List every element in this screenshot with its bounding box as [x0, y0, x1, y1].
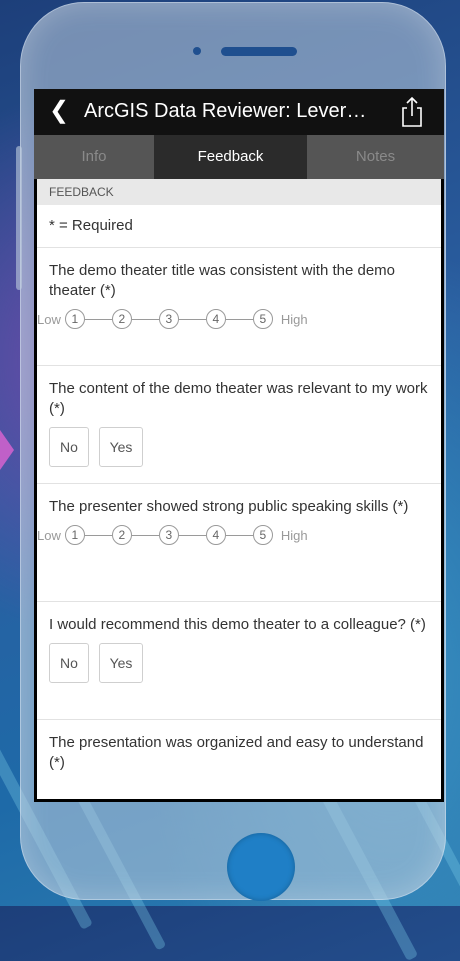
no-button[interactable]: No: [49, 643, 89, 683]
scale-connector: [178, 534, 206, 536]
scale-connector: [178, 318, 206, 320]
question-item: The presenter showed strong public speak…: [37, 484, 441, 602]
question-text: The presentation was organized and easy …: [49, 734, 424, 771]
speaker-grille: [221, 47, 297, 56]
tab-info[interactable]: Info: [34, 135, 154, 179]
rating-option-3[interactable]: 3: [158, 525, 179, 545]
question-text: The presenter showed strong public speak…: [49, 498, 409, 515]
scale-connector: [84, 318, 112, 320]
required-note: * = Required: [37, 205, 441, 248]
scale-connector: [225, 318, 253, 320]
camera-dot: [193, 47, 201, 55]
rating-option-1[interactable]: 1: [64, 309, 85, 329]
yes-button[interactable]: Yes: [99, 427, 143, 467]
scale-connector: [225, 534, 253, 536]
app-screen: ❮ ArcGIS Data Reviewer: Lever… Info Feed…: [34, 89, 444, 802]
question-item: The demo theater title was consistent wi…: [37, 248, 441, 366]
phone-side-button: [16, 146, 22, 290]
tab-feedback[interactable]: Feedback: [154, 135, 307, 179]
chevron-left-icon[interactable]: ❮: [49, 99, 69, 123]
scale-high-label: High: [280, 527, 308, 543]
question-item: The content of the demo theater was rele…: [37, 366, 441, 484]
question-text: The content of the demo theater was rele…: [49, 380, 428, 417]
rating-scale: Low 1 2 3 4 5 High: [37, 309, 429, 329]
share-icon[interactable]: [397, 95, 427, 129]
scale-high-label: High: [280, 311, 308, 327]
rating-option-1[interactable]: 1: [64, 525, 85, 545]
yes-button[interactable]: Yes: [99, 643, 143, 683]
question-text: I would recommend this demo theater to a…: [49, 616, 426, 633]
scale-connector: [84, 534, 112, 536]
rating-option-3[interactable]: 3: [158, 309, 179, 329]
page-title: ArcGIS Data Reviewer: Lever…: [84, 100, 367, 122]
no-button[interactable]: No: [49, 427, 89, 467]
home-button[interactable]: [227, 833, 295, 901]
tab-notes[interactable]: Notes: [307, 135, 444, 179]
question-text: The demo theater title was consistent wi…: [49, 262, 396, 299]
navigation-bar: ❮ ArcGIS Data Reviewer: Lever…: [34, 89, 444, 135]
scale-low-label: Low: [37, 311, 61, 327]
section-header: FEEDBACK: [37, 179, 441, 205]
yes-no-group: No Yes: [49, 427, 429, 467]
rating-option-2[interactable]: 2: [111, 525, 132, 545]
rating-option-4[interactable]: 4: [205, 309, 226, 329]
scale-connector: [131, 318, 159, 320]
background-arrow-shape: [0, 430, 14, 470]
question-item: The presentation was organized and easy …: [37, 720, 441, 799]
rating-option-5[interactable]: 5: [252, 309, 273, 329]
question-item: I would recommend this demo theater to a…: [37, 602, 441, 720]
rating-option-2[interactable]: 2: [111, 309, 132, 329]
tab-bar: Info Feedback Notes: [34, 135, 444, 179]
scale-connector: [131, 534, 159, 536]
yes-no-group: No Yes: [49, 643, 429, 683]
rating-scale: Low 1 2 3 4 5 High: [37, 525, 429, 545]
rating-option-4[interactable]: 4: [205, 525, 226, 545]
scale-low-label: Low: [37, 527, 61, 543]
feedback-form: FEEDBACK * = Required The demo theater t…: [37, 179, 441, 799]
rating-option-5[interactable]: 5: [252, 525, 273, 545]
